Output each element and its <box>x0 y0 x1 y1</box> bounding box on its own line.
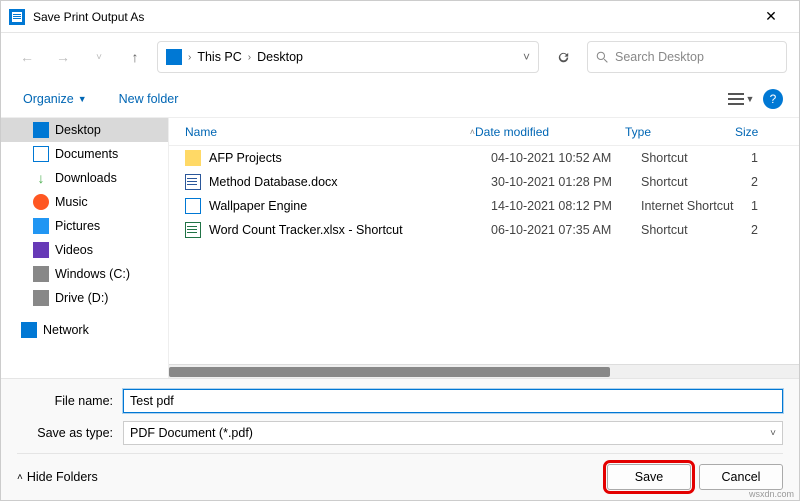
help-button[interactable]: ? <box>763 89 783 109</box>
save-button[interactable]: Save <box>607 464 691 490</box>
table-row[interactable]: AFP Projects04-10-2021 10:52 AMShortcut1 <box>169 146 799 170</box>
filetype-select[interactable]: PDF Document (*.pdf) ˅ <box>123 421 783 445</box>
table-row[interactable]: Method Database.docx30-10-2021 01:28 PMS… <box>169 170 799 194</box>
table-row[interactable]: Wallpaper Engine14-10-2021 08:12 PMInter… <box>169 194 799 218</box>
chevron-down-icon[interactable]: ˅ <box>523 50 530 64</box>
docx-icon <box>185 174 201 190</box>
folder-icon <box>166 49 182 65</box>
organize-button[interactable]: Organize ▼ <box>17 88 93 110</box>
window-title: Save Print Output As <box>33 10 751 24</box>
col-type[interactable]: Type <box>625 125 735 139</box>
desktop-icon <box>33 122 49 138</box>
chevron-down-icon: ˅ <box>770 428 776 439</box>
chevron-down-icon: ▼ <box>78 94 87 104</box>
filetype-label: Save as type: <box>17 426 123 440</box>
crumb-folder[interactable]: Desktop <box>257 50 303 64</box>
sidebar-item-videos[interactable]: Videos <box>1 238 168 262</box>
network-icon <box>21 322 37 338</box>
address-bar[interactable]: › This PC › Desktop ˅ <box>157 41 539 73</box>
sidebar-item-windows-c[interactable]: Windows (C:) <box>1 262 168 286</box>
save-dialog: Save Print Output As ✕ ← → ˅ ↑ › This PC… <box>0 0 800 501</box>
music-icon <box>33 194 49 210</box>
refresh-button[interactable] <box>547 41 579 73</box>
close-button[interactable]: ✕ <box>751 3 791 31</box>
xlsx-icon <box>185 222 201 238</box>
view-button[interactable]: ▼ <box>727 85 755 113</box>
crumb-root[interactable]: This PC <box>197 50 241 64</box>
sidebar-item-documents[interactable]: Documents <box>1 142 168 166</box>
chevron-up-icon: ˄ <box>17 472 23 483</box>
titlebar: Save Print Output As ✕ <box>1 1 799 33</box>
app-icon <box>9 9 25 25</box>
search-placeholder: Search Desktop <box>615 50 704 64</box>
shortcut-icon <box>185 198 201 214</box>
chevron-right-icon: › <box>188 52 191 63</box>
document-icon <box>33 146 49 162</box>
file-list: Name˄ Date modified Type Size AFP Projec… <box>169 118 799 378</box>
horizontal-scrollbar[interactable] <box>169 364 799 378</box>
drive-icon <box>33 266 49 282</box>
sidebar-item-downloads[interactable]: ↓Downloads <box>1 166 168 190</box>
rows: AFP Projects04-10-2021 10:52 AMShortcut1… <box>169 146 799 364</box>
new-folder-button[interactable]: New folder <box>113 88 185 110</box>
sidebar-item-network[interactable]: Network <box>1 318 168 342</box>
filename-label: File name: <box>17 394 123 408</box>
filename-input[interactable] <box>123 389 783 413</box>
pictures-icon <box>33 218 49 234</box>
col-size[interactable]: Size <box>735 125 799 139</box>
search-input[interactable]: Search Desktop <box>587 41 787 73</box>
download-icon: ↓ <box>33 170 49 186</box>
back-button[interactable]: ← <box>13 43 41 71</box>
col-name[interactable]: Name˄ <box>185 125 475 139</box>
search-icon <box>596 51 609 64</box>
column-headers: Name˄ Date modified Type Size <box>169 118 799 146</box>
hide-folders-button[interactable]: ˄ Hide Folders <box>17 470 98 484</box>
up-button[interactable]: ↑ <box>121 43 149 71</box>
videos-icon <box>33 242 49 258</box>
actions-row: ˄ Hide Folders Save Cancel <box>17 453 783 500</box>
filename-field: File name: <box>17 389 783 413</box>
filetype-field: Save as type: PDF Document (*.pdf) ˅ <box>17 421 783 445</box>
col-date[interactable]: Date modified <box>475 125 625 139</box>
recent-dropdown[interactable]: ˅ <box>85 43 113 71</box>
sidebar-item-desktop[interactable]: Desktop <box>1 118 168 142</box>
folder-icon <box>185 150 201 166</box>
table-row[interactable]: Word Count Tracker.xlsx - Shortcut06-10-… <box>169 218 799 242</box>
drive-icon <box>33 290 49 306</box>
forward-button[interactable]: → <box>49 43 77 71</box>
toolbar: Organize ▼ New folder ▼ ? <box>1 81 799 117</box>
sidebar-item-drive-d[interactable]: Drive (D:) <box>1 286 168 310</box>
sidebar-item-pictures[interactable]: Pictures <box>1 214 168 238</box>
scroll-thumb[interactable] <box>169 367 610 377</box>
chevron-right-icon: › <box>248 52 251 63</box>
sidebar: Desktop Documents ↓Downloads Music Pictu… <box>1 118 169 378</box>
cancel-button[interactable]: Cancel <box>699 464 783 490</box>
watermark: wsxdn.com <box>749 489 794 499</box>
body: Desktop Documents ↓Downloads Music Pictu… <box>1 117 799 378</box>
nav-row: ← → ˅ ↑ › This PC › Desktop ˅ Search Des… <box>1 33 799 81</box>
sidebar-item-music[interactable]: Music <box>1 190 168 214</box>
bottom-panel: File name: Save as type: PDF Document (*… <box>1 378 799 500</box>
